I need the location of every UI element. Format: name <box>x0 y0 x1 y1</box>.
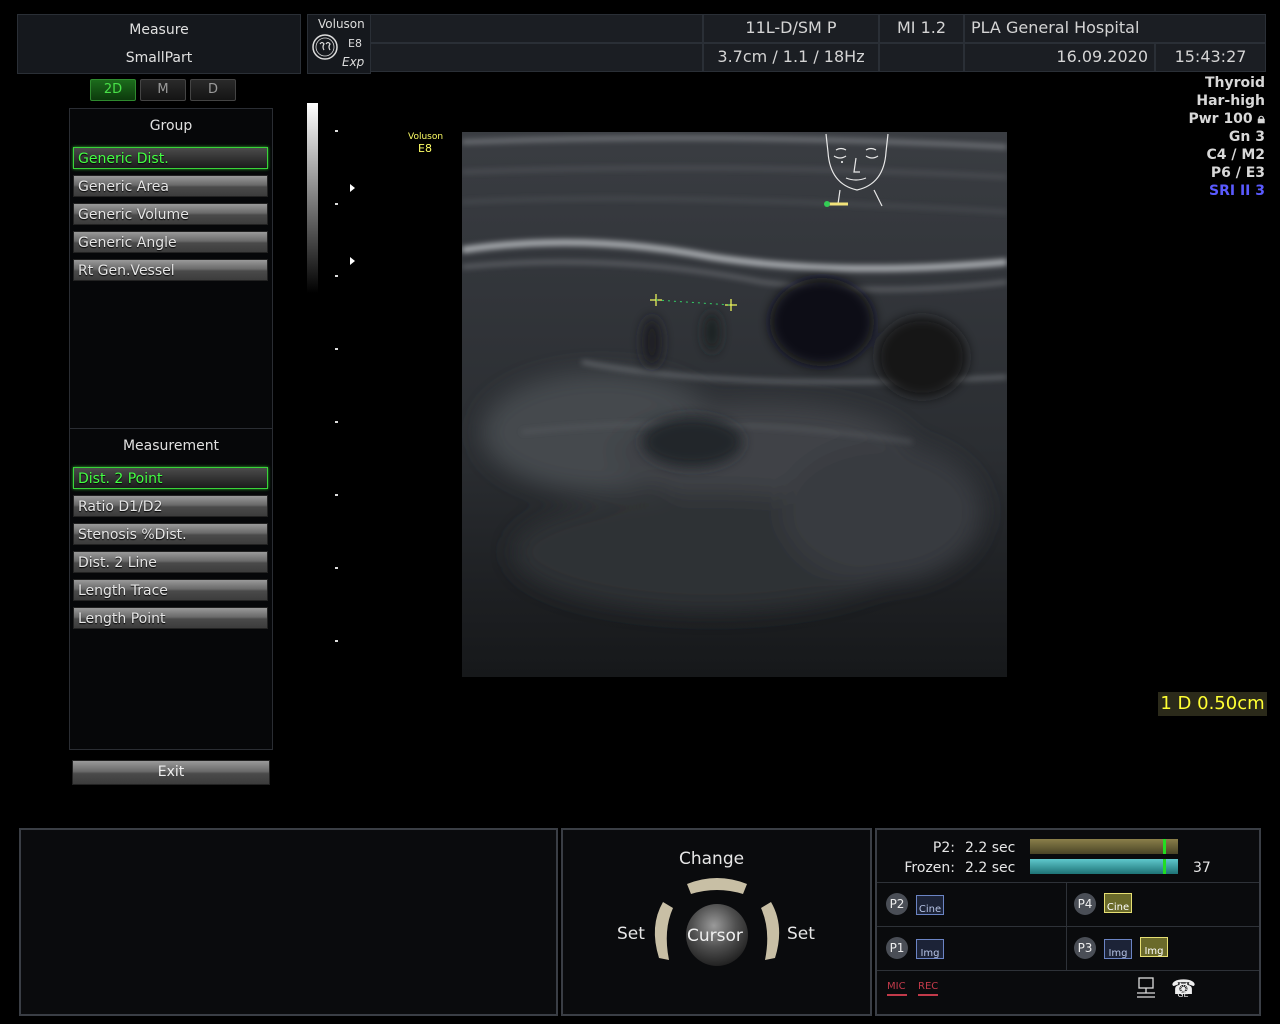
mode-box: Measure SmallPart <box>17 14 301 74</box>
frozen-cine-bar[interactable] <box>1030 859 1178 874</box>
set-right-label: Set <box>787 924 815 944</box>
depth-info: 3.7cm / 1.1 / 18Hz <box>703 43 879 72</box>
preset-p3-img-mail-icon[interactable]: Img <box>1140 937 1168 957</box>
info-panel <box>19 828 558 1016</box>
model-label: E8 <box>348 37 362 50</box>
group-item-generic-volume[interactable]: Generic Volume <box>73 203 268 225</box>
cine-panel: P2: 2.2 sec Frozen: 2.2 sec 37 P2 Cine P… <box>875 828 1261 1016</box>
p2-label: P2: <box>932 840 955 856</box>
time-label: 15:43:27 <box>1155 43 1266 72</box>
mode-title: Measure <box>129 22 189 38</box>
frozen-value: 2.2 sec <box>965 860 1016 876</box>
exit-button[interactable]: Exit <box>72 760 270 785</box>
param-sri: SRI II 3 <box>1209 183 1265 199</box>
tab-m[interactable]: M <box>140 79 186 101</box>
mode-tag: Exp <box>342 55 365 69</box>
frozen-cine-marker[interactable] <box>1163 859 1166 874</box>
measurement-item-dist-2-line[interactable]: Dist. 2 Line <box>73 551 268 573</box>
preset-p2-badge[interactable]: P2 <box>886 893 908 915</box>
mic-indicator: MIC <box>887 981 906 992</box>
header-blank-3 <box>879 43 964 72</box>
param-gain: Gn 3 <box>1228 129 1265 145</box>
frame-count: 37 <box>1193 860 1211 876</box>
p2-cine-marker[interactable] <box>1163 839 1166 854</box>
group-title: Group <box>149 118 193 134</box>
change-label: Change <box>679 849 745 869</box>
focus-marker-icon <box>350 184 355 265</box>
param-preset: Thyroid <box>1205 75 1265 91</box>
param-p-e: P6 / E3 <box>1210 165 1265 181</box>
imaging-parameters: Thyroid Har-high Pwr 100 🔒︎ Gn 3 C4 / M2… <box>1188 74 1265 200</box>
lock-icon: 🔒︎ <box>1257 111 1265 127</box>
preset-p3-badge[interactable]: P3 <box>1074 937 1096 959</box>
frozen-label: Frozen: <box>904 860 955 876</box>
tab-2d[interactable]: 2D <box>90 79 136 101</box>
header-blank-1 <box>370 14 703 43</box>
group-item-generic-dist[interactable]: Generic Dist. <box>73 147 268 169</box>
brand-name: Voluson <box>318 17 365 31</box>
preset-p3-img-icon[interactable]: Img <box>1104 939 1132 959</box>
preset-p1-img-icon[interactable]: Img <box>916 939 944 959</box>
measurement-item-ratio[interactable]: Ratio D1/D2 <box>73 495 268 517</box>
network-icon[interactable] <box>1133 976 1159 1002</box>
group-item-rt-gen-vessel[interactable]: Rt Gen.Vessel <box>73 259 268 281</box>
preset-p4-cine-icon[interactable]: Cine <box>1104 893 1132 913</box>
preset-p1-badge[interactable]: P1 <box>886 937 908 959</box>
group-panel: Group Generic Dist. Generic Area Generic… <box>69 108 273 430</box>
measurement-item-stenosis[interactable]: Stenosis %Dist. <box>73 523 268 545</box>
preset-p2-cine-icon[interactable]: Cine <box>916 895 944 915</box>
p2-cine-bar[interactable] <box>1030 839 1178 854</box>
ultrasound-image[interactable] <box>462 132 1007 677</box>
header-blank-2 <box>370 43 703 72</box>
ge-service-label: GE <box>1177 990 1189 999</box>
depth-scale <box>335 130 355 642</box>
probe-label: 11L-D/SM P <box>703 14 879 43</box>
measurement-title: Measurement <box>122 438 220 454</box>
tab-d[interactable]: D <box>190 79 236 101</box>
rec-indicator: REC <box>918 981 939 992</box>
param-c-m: C4 / M2 <box>1206 147 1265 163</box>
measurement-item-dist-2-point[interactable]: Dist. 2 Point <box>73 467 268 489</box>
date-label: 16.09.2020 <box>964 43 1155 72</box>
preset-p4-badge[interactable]: P4 <box>1074 893 1096 915</box>
param-power: Pwr 100 🔒︎ <box>1188 111 1265 127</box>
set-left-label: Set <box>617 924 645 944</box>
trackball-panel: Change Set Set Cursor <box>561 828 872 1016</box>
param-harmonic: Har-high <box>1196 93 1265 109</box>
hospital-label: PLA General Hospital <box>964 14 1266 43</box>
p2-value: 2.2 sec <box>965 840 1016 856</box>
measurement-panel: Measurement Dist. 2 Point Ratio D1/D2 St… <box>69 428 273 750</box>
measurement-result: 1 D 0.50cm <box>1158 692 1267 716</box>
trackball-icon[interactable] <box>647 870 787 970</box>
group-item-generic-area[interactable]: Generic Area <box>73 175 268 197</box>
measurement-item-length-trace[interactable]: Length Trace <box>73 579 268 601</box>
grayscale-bar <box>307 103 318 293</box>
image-brand: Voluson E8 <box>408 132 444 155</box>
brand-box: Voluson E8 Exp <box>307 14 371 74</box>
mode-subtitle: SmallPart <box>125 50 193 66</box>
group-item-generic-angle[interactable]: Generic Angle <box>73 231 268 253</box>
ge-logo-icon <box>312 34 338 60</box>
cursor-label: Cursor <box>687 926 743 946</box>
mi-label: MI 1.2 <box>879 14 964 43</box>
measurement-item-length-point[interactable]: Length Point <box>73 607 268 629</box>
